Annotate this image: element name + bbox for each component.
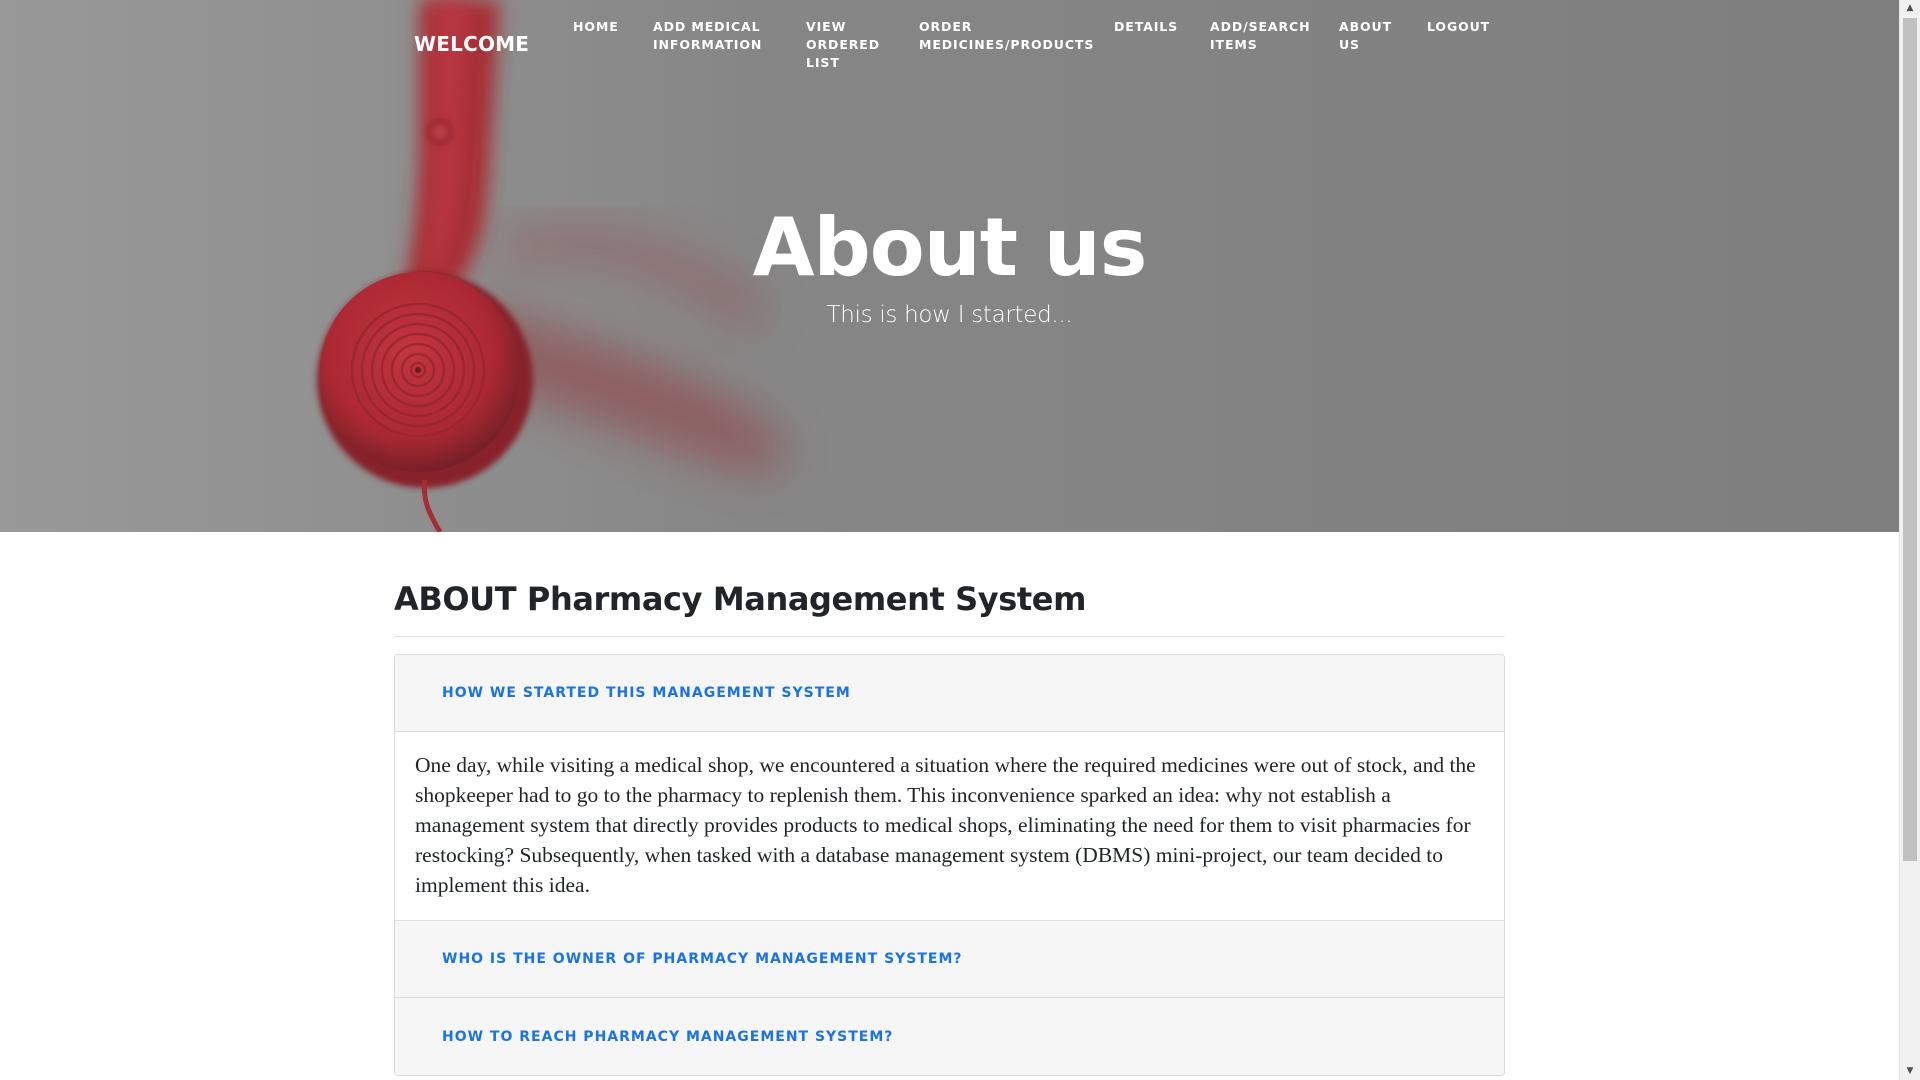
nav-item-view-ordered-list[interactable]: VIEW ORDERED LIST <box>806 18 880 72</box>
faq-accordion: HOW WE STARTED THIS MANAGEMENT SYSTEM On… <box>394 654 1505 1076</box>
nav-item-label: ITEMS <box>1210 37 1258 52</box>
accordion-header-label: HOW WE STARTED THIS MANAGEMENT SYSTEM <box>442 685 851 701</box>
nav-item-about-us[interactable]: ABOUT US <box>1339 18 1392 54</box>
nav-item-label: US <box>1339 37 1360 52</box>
section-heading: ABOUT Pharmacy Management System <box>394 580 1087 618</box>
nav-item-label: ORDER <box>919 19 973 34</box>
scroll-down-icon[interactable]: ▼ <box>1900 1063 1920 1080</box>
accordion-body-text: One day, while visiting a medical shop, … <box>415 753 1476 897</box>
nav-item-label: ABOUT <box>1339 19 1393 34</box>
accordion-body-how-we-started: One day, while visiting a medical shop, … <box>395 732 1504 921</box>
nav-item-details[interactable]: DETAILS <box>1114 18 1178 36</box>
nav-item-label: LOGOUT <box>1427 19 1491 34</box>
nav-item-label: ORDERED <box>806 37 881 52</box>
page-subtitle: This is how I started... <box>826 302 1073 328</box>
vertical-scrollbar[interactable]: ▲ ▼ <box>1899 0 1920 1080</box>
nav-item-add-search-items[interactable]: ADD/SEARCH ITEMS <box>1210 18 1310 54</box>
nav-item-label: DETAILS <box>1114 19 1179 34</box>
nav-item-label: INFORMATION <box>653 37 763 52</box>
accordion-header-label: WHO IS THE OWNER OF PHARMACY MANAGEMENT … <box>442 951 963 967</box>
page-title: About us <box>752 201 1148 294</box>
accordion-header-how-to-reach[interactable]: HOW TO REACH PHARMACY MANAGEMENT SYSTEM? <box>395 998 1504 1075</box>
nav-item-order-medicines-products[interactable]: ORDER MEDICINES/PRODUCTS <box>919 18 1094 54</box>
nav-item-label: ADD/SEARCH <box>1210 19 1311 34</box>
nav-item-add-medical-information[interactable]: ADD MEDICAL INFORMATION <box>653 18 762 54</box>
accordion-header-how-we-started[interactable]: HOW WE STARTED THIS MANAGEMENT SYSTEM <box>395 655 1504 732</box>
divider <box>394 636 1505 637</box>
brand-welcome[interactable]: WELCOME <box>414 32 529 56</box>
nav-item-label: ADD MEDICAL <box>653 19 761 34</box>
nav-item-logout[interactable]: LOGOUT <box>1427 18 1490 36</box>
nav-item-home[interactable]: HOME <box>573 18 619 36</box>
nav-item-label: HOME <box>573 19 619 34</box>
accordion-header-owner[interactable]: WHO IS THE OWNER OF PHARMACY MANAGEMENT … <box>395 921 1504 998</box>
accordion-header-label: HOW TO REACH PHARMACY MANAGEMENT SYSTEM? <box>442 1028 894 1045</box>
scroll-up-icon[interactable]: ▲ <box>1900 0 1920 17</box>
nav-item-label: VIEW <box>806 19 847 34</box>
nav-item-label: LIST <box>806 55 840 70</box>
nav-item-label: MEDICINES/PRODUCTS <box>919 37 1095 52</box>
scrollbar-thumb[interactable] <box>1903 18 1917 861</box>
